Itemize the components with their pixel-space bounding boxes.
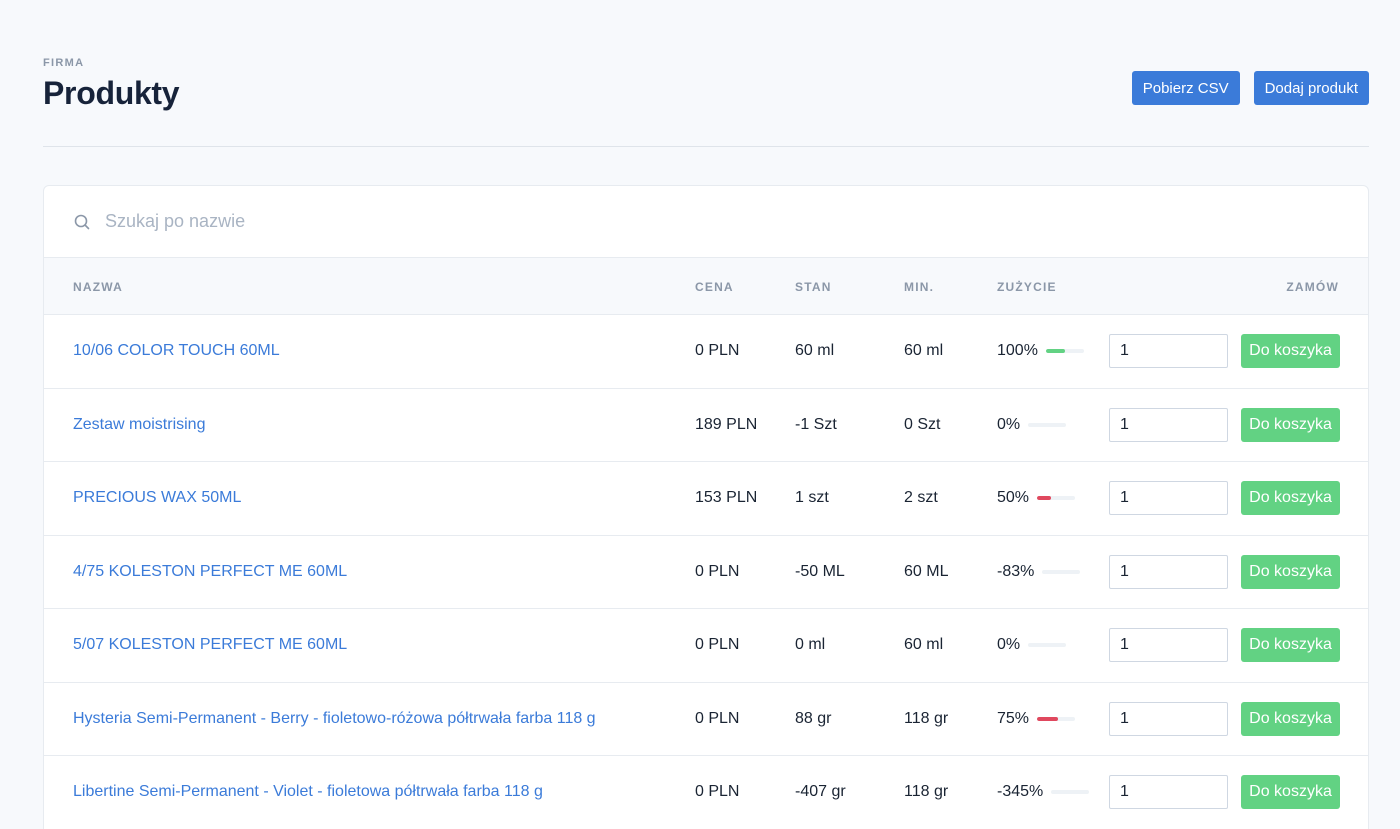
- quantity-input[interactable]: [1109, 701, 1228, 736]
- product-stock: 0 ml: [795, 636, 826, 654]
- product-min: 0 Szt: [904, 415, 941, 433]
- usage-percent: 75%: [997, 709, 1030, 727]
- products-card: NAZWA CENA STAN MIN. ZUŻYCIE ZAMÓW 10/06…: [43, 185, 1369, 829]
- usage-bar-fill: [1045, 349, 1065, 354]
- product-stock: -407 gr: [795, 783, 846, 801]
- product-name-link[interactable]: 10/06 COLOR TOUCH 60ML: [73, 342, 280, 360]
- product-min: 60 ML: [904, 562, 949, 580]
- usage-percent: -83%: [997, 562, 1035, 580]
- product-min: 118 gr: [904, 783, 949, 801]
- quantity-input[interactable]: [1109, 334, 1228, 369]
- quantity-input[interactable]: [1109, 481, 1228, 516]
- product-name-link[interactable]: Hysteria Semi-Permanent - Berry - fiolet…: [73, 710, 596, 728]
- product-usage: -83%: [997, 562, 1081, 581]
- product-name-link[interactable]: Libertine Semi-Permanent - Violet - fiol…: [73, 783, 543, 801]
- table-row: PRECIOUS WAX 50ML 153 PLN 1 szt 2 szt 50% Do …: [44, 462, 1368, 536]
- table-row: 4/75 KOLESTON PERFECT ME 60ML 0 PLN -50 ML…: [44, 536, 1368, 609]
- add-to-cart-button[interactable]: Do koszyka: [1241, 407, 1340, 442]
- product-usage: -345%: [997, 783, 1090, 801]
- product-price: 0 PLN: [695, 562, 740, 580]
- product-price: 0 PLN: [695, 342, 740, 360]
- product-stock: -50 ML: [795, 562, 845, 580]
- add-to-cart-button[interactable]: Do koszyka: [1241, 701, 1340, 736]
- table-row: Libertine Semi-Permanent - Violet - fiol…: [44, 756, 1368, 829]
- product-price: 153 PLN: [695, 489, 758, 507]
- product-price: 0 PLN: [695, 783, 740, 801]
- add-to-cart-button[interactable]: Do koszyka: [1241, 334, 1340, 369]
- table-row: Zestaw moistrising 189 PLN -1 Szt 0 Szt 0% Do…: [44, 389, 1368, 462]
- usage-percent: -345%: [997, 783, 1044, 801]
- usage-bar-fill: [1037, 496, 1052, 501]
- product-stock: -1 Szt: [795, 415, 837, 433]
- product-usage: 75%: [997, 709, 1076, 728]
- product-stock: 1 szt: [795, 489, 829, 507]
- column-header-name[interactable]: NAZWA: [73, 280, 123, 294]
- product-price: 189 PLN: [695, 415, 758, 433]
- usage-bar: [1045, 349, 1084, 354]
- table-header: NAZWA CENA STAN MIN. ZUŻYCIE ZAMÓW: [44, 258, 1368, 315]
- usage-bar: [1037, 716, 1076, 721]
- usage-percent: 0%: [997, 636, 1021, 654]
- search-input[interactable]: [105, 211, 705, 232]
- usage-bar: [1028, 643, 1067, 648]
- column-header-price[interactable]: CENA: [695, 280, 734, 294]
- product-name-link[interactable]: PRECIOUS WAX 50ML: [73, 489, 241, 507]
- product-min: 118 gr: [904, 709, 949, 727]
- table-row: 5/07 KOLESTON PERFECT ME 60ML 0 PLN 0 ml 60…: [44, 609, 1368, 683]
- usage-bar: [1051, 790, 1090, 795]
- add-to-cart-button[interactable]: Do koszyka: [1241, 481, 1340, 516]
- product-stock: 60 ml: [795, 342, 835, 360]
- search-icon: [74, 214, 90, 229]
- quantity-input[interactable]: [1109, 407, 1228, 442]
- product-usage: 50%: [997, 489, 1076, 507]
- usage-bar: [1028, 422, 1067, 427]
- product-usage: 0%: [997, 415, 1067, 434]
- download-csv-button[interactable]: Pobierz CSV: [1131, 71, 1240, 105]
- product-stock: 88 gr: [795, 709, 832, 727]
- table-row: 10/06 COLOR TOUCH 60ML 0 PLN 60 ml 60 ml 100…: [44, 315, 1368, 389]
- product-usage: 0%: [997, 636, 1067, 654]
- quantity-input[interactable]: [1109, 628, 1228, 663]
- usage-bar-fill: [1037, 716, 1059, 721]
- header-actions: Pobierz CSV Dodaj produkt: [1131, 71, 1369, 105]
- usage-percent: 100%: [997, 342, 1038, 360]
- usage-percent: 50%: [997, 489, 1030, 507]
- product-name-link[interactable]: Zestaw moistrising: [73, 416, 205, 434]
- product-name-link[interactable]: 5/07 KOLESTON PERFECT ME 60ML: [73, 636, 347, 654]
- add-to-cart-button[interactable]: Do koszyka: [1241, 554, 1340, 589]
- usage-bar: [1042, 569, 1081, 574]
- page-header: FIRMA Produkty Pobierz CSV Dodaj produkt: [43, 57, 1369, 147]
- table-body: 10/06 COLOR TOUCH 60ML 0 PLN 60 ml 60 ml 100…: [44, 315, 1368, 829]
- add-to-cart-button[interactable]: Do koszyka: [1241, 628, 1340, 663]
- quantity-input[interactable]: [1109, 554, 1228, 589]
- usage-bar: [1037, 496, 1076, 501]
- product-name-link[interactable]: 4/75 KOLESTON PERFECT ME 60ML: [73, 563, 347, 581]
- column-header-stock[interactable]: STAN: [795, 280, 832, 294]
- add-product-button[interactable]: Dodaj produkt: [1253, 71, 1369, 105]
- table-row: Hysteria Semi-Permanent - Berry - fiolet…: [44, 683, 1368, 756]
- product-usage: 100%: [997, 342, 1084, 360]
- usage-percent: 0%: [997, 415, 1021, 433]
- product-min: 60 ml: [904, 636, 944, 654]
- product-price: 0 PLN: [695, 709, 740, 727]
- column-header-usage[interactable]: ZUŻYCIE: [997, 280, 1057, 294]
- column-header-min[interactable]: MIN.: [904, 280, 934, 294]
- add-to-cart-button[interactable]: Do koszyka: [1241, 775, 1340, 810]
- search-bar: [44, 186, 1368, 258]
- product-min: 2 szt: [904, 489, 938, 507]
- product-min: 60 ml: [904, 342, 944, 360]
- company-eyebrow: FIRMA: [43, 57, 85, 69]
- product-price: 0 PLN: [695, 636, 740, 654]
- quantity-input[interactable]: [1109, 775, 1228, 810]
- column-header-order: ZAMÓW: [1286, 280, 1339, 294]
